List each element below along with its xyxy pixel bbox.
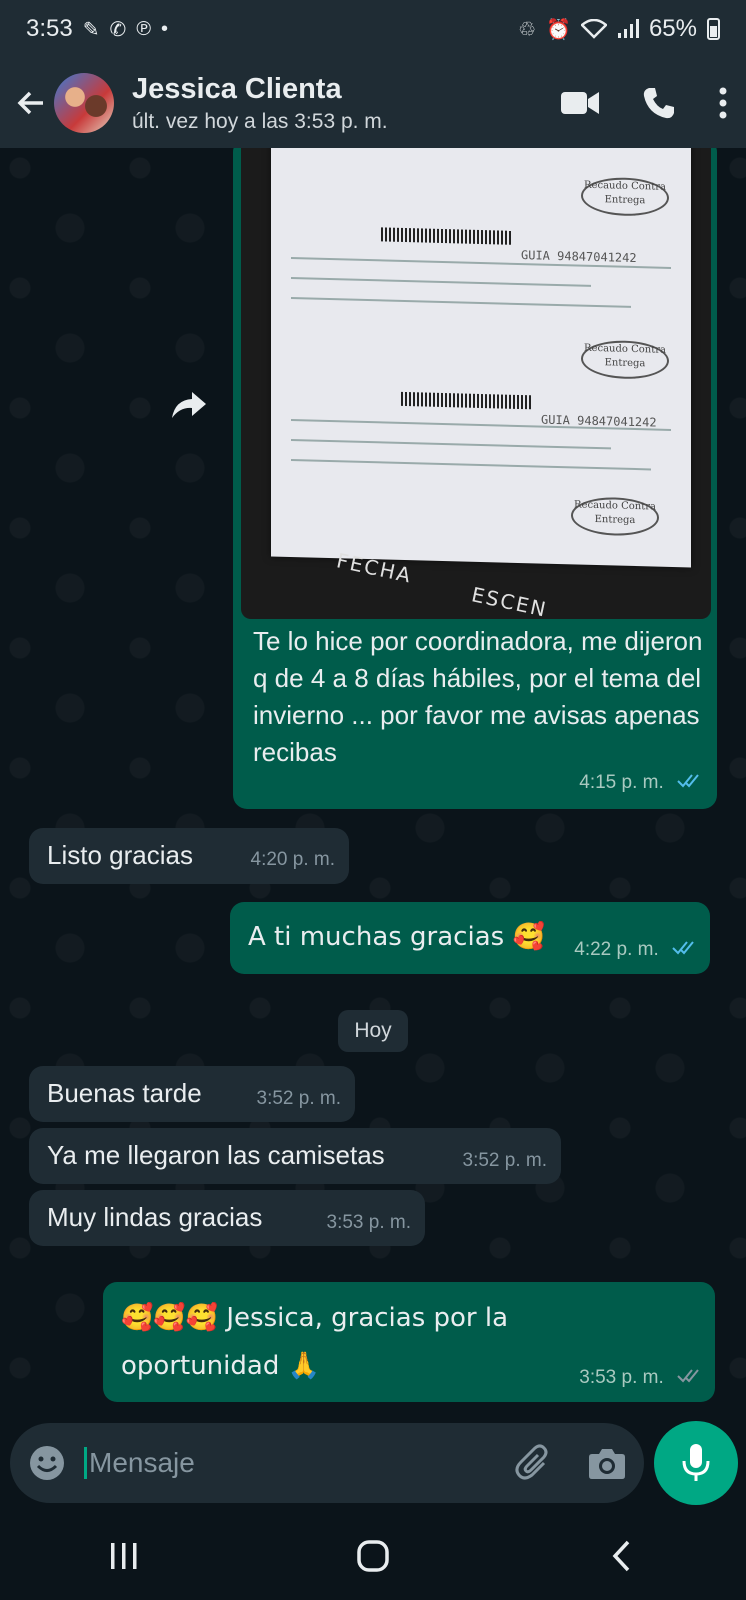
message-composer: Mensaje (10, 1423, 644, 1503)
voice-message-button[interactable] (654, 1421, 738, 1505)
pinterest-icon: ℗ (136, 17, 151, 40)
avatar[interactable] (54, 73, 114, 133)
message-time: 4:20 p. m. (250, 849, 336, 870)
home-button[interactable] (333, 1526, 413, 1586)
message-meta: 4:15 p. m. (579, 761, 703, 801)
chat-area[interactable]: GUIA 94847041242 Recaudo Contra Entrega … (0, 148, 746, 1410)
video-call-icon[interactable] (560, 89, 600, 117)
call-icon: ✆ (109, 18, 127, 41)
microphone-icon (682, 1444, 710, 1481)
status-left: 3:53 ✎ ✆ ℗ • (26, 15, 168, 43)
alarm-icon: ⏰ (546, 18, 571, 41)
message-meta: 4:22 p. m. (574, 928, 698, 968)
battery-icon (707, 18, 720, 40)
message-meta: 3:53 p. m. (579, 1356, 703, 1396)
message-input[interactable]: Mensaje (84, 1447, 514, 1479)
signal-icon (617, 19, 639, 38)
message-time: 4:15 p. m. (579, 772, 664, 793)
recent-apps-button[interactable] (84, 1526, 164, 1586)
image-caption: Te lo hice por coordinadora, me dijeron … (253, 626, 703, 767)
stamp: Recaudo Contra Entrega (581, 339, 669, 380)
receipt-line (291, 459, 651, 471)
double-check-icon (677, 1369, 699, 1383)
message-text: 🥰🥰🥰 Jessica, gracias por la oportunidad … (121, 1303, 509, 1381)
guia-label-bottom: GUIA 94847041242 (541, 412, 657, 430)
back-button[interactable] (12, 84, 50, 122)
chat-header: Jessica Clienta últ. vez hoy a las 3:53 … (0, 58, 746, 148)
escen-label: ESCEN (469, 582, 550, 619)
message-text: A ti muchas gracias 🥰 (248, 922, 545, 952)
battery-percent: 65% (648, 15, 697, 42)
dot-icon: • (161, 17, 169, 40)
status-time: 3:53 (26, 15, 73, 42)
message-time: 3:52 p. m. (256, 1088, 342, 1109)
attach-icon[interactable] (514, 1443, 554, 1483)
forward-icon[interactable] (170, 390, 208, 420)
guia-label-top: GUIA 94847041242 (521, 248, 637, 266)
stamp: Recaudo Contra Entrega (581, 176, 669, 217)
message-text: Ya me llegaron las camisetas (47, 1140, 385, 1170)
message-text: Buenas tarde (47, 1078, 202, 1108)
more-options-icon[interactable] (718, 86, 728, 120)
receipt-line (291, 277, 591, 287)
message-bubble-out[interactable]: A ti muchas gracias 🥰 4:22 p. m. (230, 902, 710, 974)
message-text: Listo gracias (47, 840, 193, 870)
recent-apps-icon (111, 1543, 137, 1569)
stamp: Recaudo Contra Entrega (571, 496, 659, 537)
header-actions (560, 86, 728, 120)
recycle-icon: ♲ (518, 18, 537, 41)
system-nav-bar (0, 1512, 746, 1600)
message-bubble-out[interactable]: 🥰🥰🥰 Jessica, gracias por la oportunidad … (103, 1282, 715, 1402)
status-right: ♲ ⏰ 65% (518, 15, 720, 43)
receipt-photo[interactable]: GUIA 94847041242 Recaudo Contra Entrega … (241, 148, 711, 619)
day-divider: Hoy (338, 1010, 408, 1052)
receipt-paper: GUIA 94847041242 Recaudo Contra Entrega … (271, 148, 691, 568)
double-check-icon (677, 774, 699, 788)
message-time: 3:53 p. m. (579, 1367, 664, 1388)
message-bubble-in[interactable]: Listo gracias 4:20 p. m. (29, 828, 349, 884)
message-time: 4:22 p. m. (574, 939, 659, 960)
message-time: 3:53 p. m. (326, 1212, 412, 1233)
message-time: 3:52 p. m. (462, 1150, 548, 1171)
message-bubble-in[interactable]: Muy lindas gracias 3:53 p. m. (29, 1190, 425, 1246)
home-icon (357, 1540, 389, 1572)
chevron-left-icon (612, 1540, 629, 1572)
receipt-line (291, 297, 631, 308)
barcode (401, 391, 531, 410)
voice-call-icon[interactable] (642, 86, 676, 120)
status-bar: 3:53 ✎ ✆ ℗ • ♲ ⏰ 65% (0, 0, 746, 58)
contact-name: Jessica Clienta (132, 73, 342, 105)
last-seen: últ. vez hoy a las 3:53 p. m. (132, 110, 388, 133)
contact-info[interactable]: Jessica Clienta últ. vez hoy a las 3:53 … (132, 72, 560, 134)
message-bubble-in[interactable]: Ya me llegaron las camisetas 3:52 p. m. (29, 1128, 561, 1184)
barcode (381, 227, 511, 245)
wifi-icon (580, 19, 607, 39)
message-text: Muy lindas gracias (47, 1202, 263, 1232)
double-check-icon (672, 941, 694, 955)
back-nav-button[interactable] (582, 1526, 662, 1586)
camera-icon[interactable] (588, 1446, 626, 1480)
arrow-left-icon (17, 91, 43, 115)
image-message[interactable]: GUIA 94847041242 Recaudo Contra Entrega … (233, 148, 717, 809)
receipt-line (291, 439, 611, 450)
brush-icon: ✎ (82, 18, 100, 41)
message-bubble-in[interactable]: Buenas tarde 3:52 p. m. (29, 1066, 355, 1122)
emoji-icon[interactable] (28, 1444, 66, 1482)
